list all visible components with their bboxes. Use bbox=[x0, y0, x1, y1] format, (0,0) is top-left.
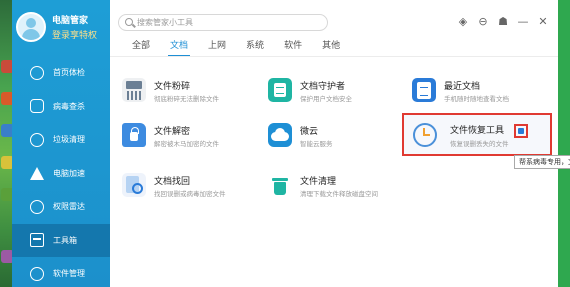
user-profile[interactable]: 电脑管家 登录享特权 bbox=[16, 10, 110, 46]
tool-document-recovery[interactable]: 文档找回 找回误删或病毒加密文件 bbox=[112, 165, 257, 207]
tool-description: 保护用户文档安全 bbox=[300, 95, 352, 103]
app-name: 电脑管家 bbox=[52, 16, 89, 26]
tab-other[interactable]: 其他 bbox=[312, 38, 350, 56]
tool-document-guard[interactable]: 文档守护者 保护用户文档安全 bbox=[258, 70, 403, 112]
shirt-icon[interactable]: ☗ bbox=[496, 14, 510, 28]
restore-clock-icon bbox=[412, 122, 437, 147]
category-tabs: 全部 文档 上网 系统 软件 其他 bbox=[122, 38, 350, 57]
tab-divider bbox=[110, 56, 558, 57]
tab-software[interactable]: 软件 bbox=[274, 38, 312, 56]
avatar[interactable] bbox=[16, 12, 46, 42]
recent-documents-icon bbox=[412, 78, 436, 102]
sidebar-item-label: 工具箱 bbox=[53, 235, 77, 245]
sidebar-nav: 首页体检 病毒查杀 垃圾清理 电脑加速 权限雷达 工具箱 软件管理 bbox=[12, 56, 110, 287]
rocket-icon bbox=[30, 166, 44, 180]
tool-description: 智能云服务 bbox=[300, 140, 333, 148]
window-controls: ◈ ⊖ ☗ — ✕ bbox=[456, 14, 550, 28]
tool-description: 清理下载文件释放磁盘空间 bbox=[300, 190, 378, 198]
sidebar-item-label: 软件管理 bbox=[53, 269, 85, 279]
lock-icon bbox=[122, 123, 146, 147]
sidebar-item-toolbox[interactable]: 工具箱 bbox=[12, 223, 110, 257]
file-clean-icon bbox=[268, 173, 292, 197]
tool-description: 找回误删或病毒加密文件 bbox=[154, 190, 226, 198]
tool-name: 文档找回 bbox=[154, 177, 191, 187]
sidebar-item-home[interactable]: 首页体检 bbox=[12, 56, 110, 90]
tooltip: 帮系病毒专用，文件 bbox=[514, 155, 570, 169]
home-icon bbox=[30, 65, 44, 80]
tab-documents[interactable]: 文档 bbox=[160, 38, 198, 57]
tool-name: 文件清理 bbox=[300, 177, 337, 187]
skin-icon[interactable]: ◈ bbox=[456, 14, 470, 28]
top-bar: ◈ ⊖ ☗ — ✕ bbox=[110, 0, 558, 34]
tool-description: 手机随时随地查看文档 bbox=[444, 95, 509, 103]
sidebar-item-speed-up[interactable]: 电脑加速 bbox=[12, 157, 110, 191]
sidebar-item-label: 首页体检 bbox=[53, 68, 85, 78]
tab-system[interactable]: 系统 bbox=[236, 38, 274, 56]
sidebar-item-software[interactable]: 软件管理 bbox=[12, 257, 110, 287]
apps-icon bbox=[30, 266, 44, 281]
search-icon bbox=[125, 18, 133, 26]
sidebar-item-label: 垃圾清理 bbox=[53, 135, 85, 145]
shredder-icon bbox=[122, 78, 146, 102]
add-to-favorites-button[interactable] bbox=[514, 124, 528, 138]
sidebar-item-label: 电脑加速 bbox=[53, 168, 85, 178]
tool-name: 文件解密 bbox=[154, 127, 191, 137]
pin-icon bbox=[518, 128, 524, 134]
sidebar-item-label: 权限雷达 bbox=[53, 202, 85, 212]
sidebar-item-virus-scan[interactable]: 病毒查杀 bbox=[12, 90, 110, 124]
document-search-icon bbox=[122, 173, 146, 197]
tool-name: 文件粉碎 bbox=[154, 82, 191, 92]
tool-file-shredder[interactable]: 文件粉碎 彻底粉碎无法删除文件 bbox=[112, 70, 257, 112]
login-link[interactable]: 登录享特权 bbox=[52, 28, 97, 41]
shield-icon bbox=[30, 99, 44, 114]
tool-name: 文档守护者 bbox=[300, 82, 346, 92]
tab-all[interactable]: 全部 bbox=[122, 38, 160, 56]
sidebar-item-junk-clean[interactable]: 垃圾清理 bbox=[12, 123, 110, 157]
menu-icon[interactable]: ⊖ bbox=[476, 14, 490, 28]
toolbox-icon bbox=[30, 233, 44, 248]
tool-name: 文件恢复工具 bbox=[450, 126, 505, 136]
main-panel: ◈ ⊖ ☗ — ✕ 全部 文档 上网 系统 软件 其他 文件粉碎 彻底粉碎无法删… bbox=[110, 0, 570, 287]
tab-internet[interactable]: 上网 bbox=[198, 38, 236, 56]
trash-icon bbox=[30, 132, 44, 147]
cloud-icon bbox=[268, 123, 292, 147]
pc-manager-window: 电脑管家 登录享特权 首页体检 病毒查杀 垃圾清理 电脑加速 权限雷达 工具箱 … bbox=[12, 0, 570, 287]
tool-name: 最近文档 bbox=[444, 82, 481, 92]
sidebar-item-label: 病毒查杀 bbox=[53, 101, 85, 111]
search-input[interactable] bbox=[137, 16, 322, 29]
tool-grid: 文件粉碎 彻底粉碎无法删除文件 文档守护者 保护用户文档安全 最近文档 手机随时… bbox=[110, 62, 558, 287]
sidebar: 电脑管家 登录享特权 首页体检 病毒查杀 垃圾清理 电脑加速 权限雷达 工具箱 … bbox=[12, 0, 110, 287]
sidebar-item-permission-radar[interactable]: 权限雷达 bbox=[12, 190, 110, 224]
close-icon[interactable]: ✕ bbox=[536, 14, 550, 28]
tool-recent-documents[interactable]: 最近文档 手机随时随地查看文档 bbox=[402, 70, 547, 112]
tool-file-clean[interactable]: 文件清理 清理下载文件释放磁盘空间 bbox=[258, 165, 403, 207]
tool-file-restore[interactable]: 文件恢复工具 恢复误删丢失的文件 bbox=[402, 113, 552, 156]
tool-description: 恢复误删丢失的文件 bbox=[450, 140, 509, 148]
tool-description: 彻底粉碎无法删除文件 bbox=[154, 95, 219, 103]
tool-name: 微云 bbox=[300, 127, 319, 137]
tool-weiyun[interactable]: 微云 智能云服务 bbox=[258, 115, 403, 157]
search-box[interactable] bbox=[118, 14, 328, 31]
tool-description: 解密被木马加密的文件 bbox=[154, 140, 219, 148]
radar-icon bbox=[30, 199, 44, 214]
minimize-icon[interactable]: — bbox=[516, 14, 530, 28]
document-guard-icon bbox=[268, 78, 292, 102]
tool-file-decrypt[interactable]: 文件解密 解密被木马加密的文件 bbox=[112, 115, 257, 157]
